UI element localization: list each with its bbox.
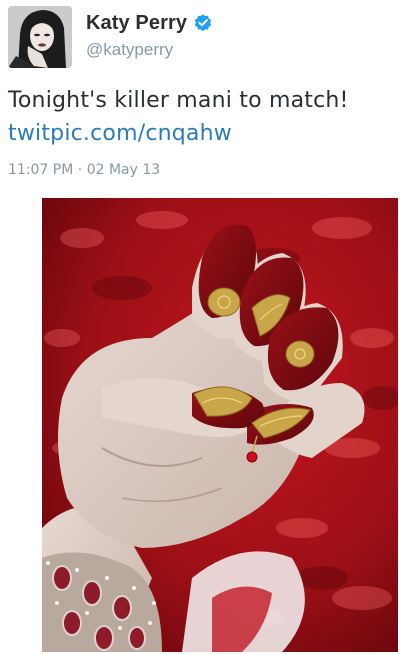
avatar-image xyxy=(8,6,72,68)
avatar[interactable] xyxy=(8,6,72,68)
tweet-time: 11:07 PM xyxy=(8,162,74,178)
tweet-body-text: Tonight's killer mani to match! xyxy=(8,88,349,113)
tweet-card: Katy Perry @katyperry Tonight's killer m… xyxy=(0,0,400,654)
tweet-link[interactable]: twitpic.com/cnqahw xyxy=(8,117,394,150)
display-name[interactable]: Katy Perry xyxy=(86,12,187,35)
verified-badge-icon xyxy=(193,13,213,33)
user-names: Katy Perry @katyperry xyxy=(86,10,213,60)
timestamp-separator: · xyxy=(77,162,83,178)
tweet-header: Katy Perry @katyperry xyxy=(8,6,392,68)
tweet-photo[interactable] xyxy=(42,198,398,652)
user-handle[interactable]: @katyperry xyxy=(86,40,213,60)
manicure-photo xyxy=(42,198,398,652)
tweet-timestamp[interactable]: 11:07 PM · 02 May 13 xyxy=(8,162,160,178)
tweet-text: Tonight's killer mani to match! twitpic.… xyxy=(8,84,394,150)
tweet-date: 02 May 13 xyxy=(86,162,161,178)
display-name-row: Katy Perry xyxy=(86,10,213,36)
